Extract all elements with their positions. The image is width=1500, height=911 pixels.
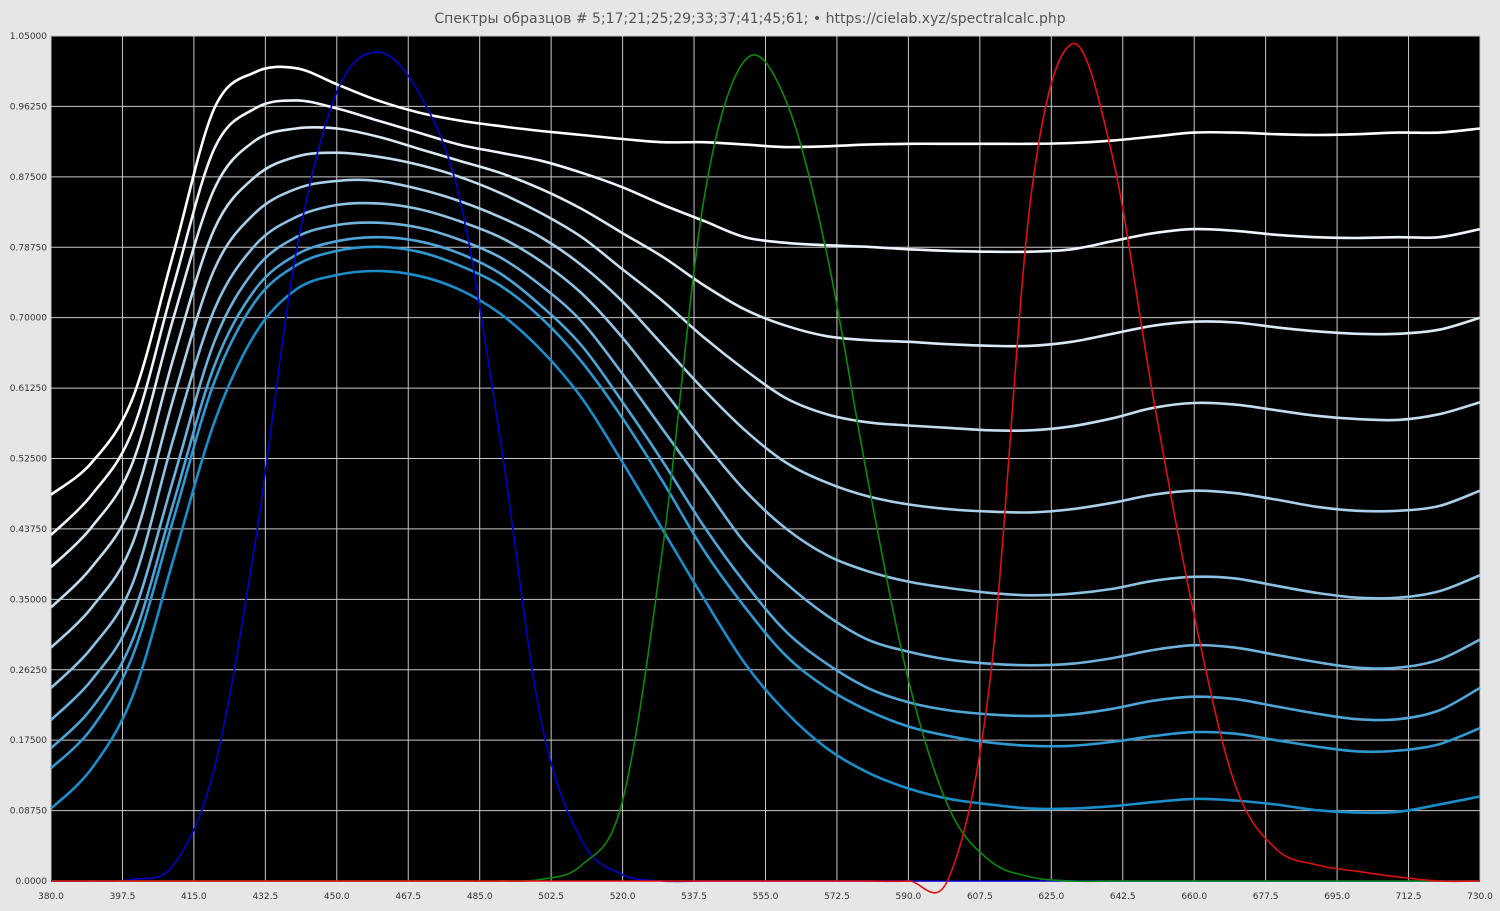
x-tick-label: 572.5 bbox=[824, 892, 850, 902]
x-tick-label: 485.0 bbox=[467, 892, 493, 902]
y-tick-label: 0.08750 bbox=[10, 807, 47, 817]
x-tick-label: 555.0 bbox=[753, 892, 779, 902]
x-tick-label: 677.5 bbox=[1253, 892, 1279, 902]
x-tick-label: 660.0 bbox=[1181, 892, 1207, 902]
x-tick-label: 607.5 bbox=[967, 892, 993, 902]
y-tick-label: 0.17500 bbox=[10, 736, 47, 746]
spectral-chart: 0.0000 0.08750 0.17500 0.26250 0.35000 0.4375… bbox=[10, 32, 1493, 902]
x-tick-label: 415.0 bbox=[181, 892, 207, 902]
x-tick-label: 467.5 bbox=[395, 892, 421, 902]
y-tick-label: 0.26250 bbox=[10, 666, 47, 676]
x-tick-label: 380.0 bbox=[38, 892, 64, 902]
x-tick-label: 520.0 bbox=[610, 892, 636, 902]
x-tick-label: 432.5 bbox=[252, 892, 278, 902]
x-tick-label: 695.0 bbox=[1324, 892, 1350, 902]
x-axis-ticks: 380.0 397.5 415.0 432.5 450.0 467.5 485.0 502.5… bbox=[38, 892, 1493, 902]
y-tick-label: 0.87500 bbox=[10, 173, 47, 183]
grid bbox=[50, 35, 1481, 882]
x-tick-label: 397.5 bbox=[110, 892, 136, 902]
y-tick-label: 0.35000 bbox=[10, 595, 47, 605]
y-tick-label: 1.05000 bbox=[10, 32, 47, 42]
x-tick-label: 625.0 bbox=[1038, 892, 1064, 902]
y-tick-label: 0.61250 bbox=[10, 384, 47, 394]
y-tick-label: 0.96250 bbox=[10, 102, 47, 112]
y-tick-label: 0.0000 bbox=[16, 877, 48, 887]
x-tick-label: 450.0 bbox=[324, 892, 350, 902]
x-tick-label: 730.0 bbox=[1467, 892, 1493, 902]
y-tick-label: 0.70000 bbox=[10, 314, 47, 324]
x-tick-label: 537.5 bbox=[681, 892, 707, 902]
y-tick-label: 0.43750 bbox=[10, 525, 47, 535]
x-tick-label: 712.5 bbox=[1396, 892, 1422, 902]
y-axis-ticks: 0.0000 0.08750 0.17500 0.26250 0.35000 0.4375… bbox=[10, 32, 47, 887]
x-tick-label: 590.0 bbox=[896, 892, 922, 902]
y-tick-label: 0.52500 bbox=[10, 455, 47, 465]
y-tick-label: 0.78750 bbox=[10, 243, 47, 253]
x-tick-label: 502.5 bbox=[538, 892, 564, 902]
x-tick-label: 642.5 bbox=[1110, 892, 1136, 902]
